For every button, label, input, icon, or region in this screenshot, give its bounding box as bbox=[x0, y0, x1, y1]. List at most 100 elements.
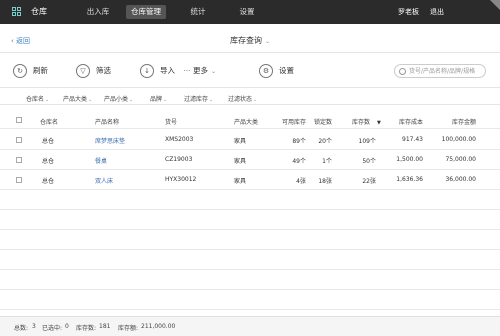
cell-warehouse: 总仓 bbox=[42, 178, 55, 185]
search-placeholder: 货号/产品名称/品牌/规格 bbox=[409, 68, 476, 75]
corner-fold-icon bbox=[490, 0, 500, 10]
empty-row-line bbox=[0, 269, 500, 270]
filter-label: 仓库名 bbox=[26, 96, 45, 103]
filter-label: 品牌 bbox=[150, 96, 163, 103]
divider bbox=[0, 104, 500, 105]
import-label: 导入 bbox=[160, 66, 175, 75]
app-logo-icon bbox=[12, 7, 22, 17]
chevron-down-icon: ⌄ bbox=[45, 97, 50, 103]
filter-label: 过滤状态 bbox=[228, 96, 253, 103]
nav-statistics[interactable]: 统计 bbox=[188, 0, 208, 24]
divider bbox=[0, 52, 500, 53]
selected-count: 0 bbox=[65, 323, 69, 330]
cell-locked: 20个 bbox=[318, 138, 332, 145]
empty-row-line bbox=[0, 289, 500, 290]
download-icon: ↓ bbox=[140, 64, 154, 78]
total-label: 总数: bbox=[14, 325, 29, 332]
back-label: 返回 bbox=[16, 37, 31, 45]
divider bbox=[0, 128, 500, 129]
cell-warehouse: 总仓 bbox=[42, 158, 55, 165]
stock-label: 库存数: bbox=[76, 325, 97, 332]
column-header[interactable]: 产品大类 bbox=[234, 117, 258, 126]
product-name-link[interactable]: 餐桌 bbox=[95, 156, 107, 165]
back-link[interactable]: ‹ 返回 bbox=[11, 36, 30, 46]
value-label: 库存额: bbox=[118, 325, 139, 332]
nav-settings[interactable]: 设置 bbox=[237, 0, 257, 24]
cell-warehouse: 总仓 bbox=[42, 138, 55, 145]
row-checkbox[interactable] bbox=[16, 177, 22, 183]
cell-category: 家具 bbox=[234, 178, 247, 185]
cell-stock: 50个 bbox=[362, 158, 376, 165]
empty-row-line bbox=[0, 229, 500, 230]
cell-cost: 917.43 bbox=[402, 136, 423, 143]
product-name-link[interactable]: 双人床 bbox=[95, 176, 113, 185]
cell-category: 家具 bbox=[234, 158, 247, 165]
filter-brand[interactable]: 品牌⌄ bbox=[150, 94, 167, 103]
refresh-label: 刷新 bbox=[33, 66, 48, 75]
divider bbox=[0, 149, 500, 150]
app-title: 仓库 bbox=[31, 7, 47, 16]
cell-sku: XMS2003 bbox=[165, 136, 194, 143]
chevron-down-icon: ⌄ bbox=[265, 38, 271, 45]
cell-sku: CZ19003 bbox=[165, 156, 193, 163]
page-title-text: 库存查询 bbox=[230, 36, 262, 45]
column-header[interactable]: 可用库存 bbox=[278, 117, 306, 126]
total-count: 3 bbox=[32, 323, 36, 330]
row-checkbox[interactable] bbox=[16, 137, 22, 143]
import-button[interactable]: ↓ 导入 bbox=[140, 63, 175, 79]
chevron-down-icon: ⌄ bbox=[211, 68, 217, 75]
column-header[interactable]: 货号 bbox=[165, 117, 177, 126]
cell-amount: 36,000.00 bbox=[445, 176, 476, 183]
more-button[interactable]: ··· 更多 ⌄ bbox=[183, 63, 216, 79]
cell-cost: 1,500.00 bbox=[396, 156, 423, 163]
filter-label: 产品小类 bbox=[104, 96, 129, 103]
column-header[interactable]: 锁定数 bbox=[312, 117, 332, 126]
nav-stock-in-out[interactable]: 出入库 bbox=[86, 0, 110, 24]
select-all-checkbox[interactable] bbox=[16, 117, 22, 123]
filter-label: 筛选 bbox=[96, 66, 111, 75]
filter-category[interactable]: 产品大类⌄ bbox=[63, 94, 92, 103]
more-label: 更多 bbox=[193, 66, 208, 75]
row-checkbox[interactable] bbox=[16, 157, 22, 163]
page-title[interactable]: 库存查询 ⌄ bbox=[230, 35, 270, 46]
column-header-label: 库存数 bbox=[352, 119, 371, 126]
filter-stock[interactable]: 过滤库存⌄ bbox=[184, 94, 213, 103]
chevron-down-icon: ⌄ bbox=[88, 97, 93, 103]
cell-locked: 1个 bbox=[322, 158, 332, 165]
logout-link[interactable]: 退出 bbox=[430, 7, 444, 17]
gear-icon: ⚙ bbox=[259, 64, 273, 78]
product-name-link[interactable]: 席梦思床垫 bbox=[95, 136, 125, 145]
cell-cost: 1,636.36 bbox=[396, 176, 423, 183]
column-header[interactable]: 库存成本 bbox=[395, 117, 423, 126]
column-header[interactable]: 产品名称 bbox=[95, 117, 119, 126]
column-header-sorted[interactable]: 库存数 ▼ bbox=[352, 117, 381, 126]
filter-status[interactable]: 过滤状态⌄ bbox=[228, 94, 257, 103]
column-header[interactable]: 库存金额 bbox=[448, 117, 476, 126]
settings-label: 设置 bbox=[279, 66, 294, 75]
divider bbox=[0, 87, 500, 88]
cell-category: 家具 bbox=[234, 138, 247, 145]
settings-button[interactable]: ⚙ 设置 bbox=[259, 63, 294, 79]
status-bar: 总数: 3 已选中: 0 库存数: 181 库存额: 211,000.00 bbox=[0, 316, 500, 336]
filter-subcategory[interactable]: 产品小类⌄ bbox=[104, 94, 133, 103]
filter-button[interactable]: ▽ 筛选 bbox=[76, 63, 111, 79]
search-icon bbox=[399, 68, 406, 75]
stock-total: 181 bbox=[99, 323, 111, 330]
cell-stock: 22张 bbox=[362, 178, 376, 185]
filter-label: 产品大类 bbox=[63, 96, 88, 103]
more-icon: ··· bbox=[183, 67, 191, 75]
filter-warehouse[interactable]: 仓库名⌄ bbox=[26, 94, 49, 103]
user-name[interactable]: 罗老板 bbox=[398, 7, 419, 17]
column-header[interactable]: 仓库名 bbox=[40, 117, 58, 126]
refresh-button[interactable]: ↻ 刷新 bbox=[13, 63, 48, 79]
title-bar: 仓库 出入库 仓库管理 统计 设置 罗老板 退出 bbox=[0, 0, 500, 24]
cell-amount: 75,000.00 bbox=[445, 156, 476, 163]
divider bbox=[0, 189, 500, 190]
refresh-icon: ↻ bbox=[13, 64, 27, 78]
cell-sku: HYX30012 bbox=[165, 176, 197, 183]
empty-row-line bbox=[0, 309, 500, 310]
search-input[interactable]: 货号/产品名称/品牌/规格 bbox=[394, 64, 486, 78]
nav-warehouse-management[interactable]: 仓库管理 bbox=[126, 5, 166, 19]
cell-stock: 109个 bbox=[358, 138, 376, 145]
filter-label: 过滤库存 bbox=[184, 96, 209, 103]
